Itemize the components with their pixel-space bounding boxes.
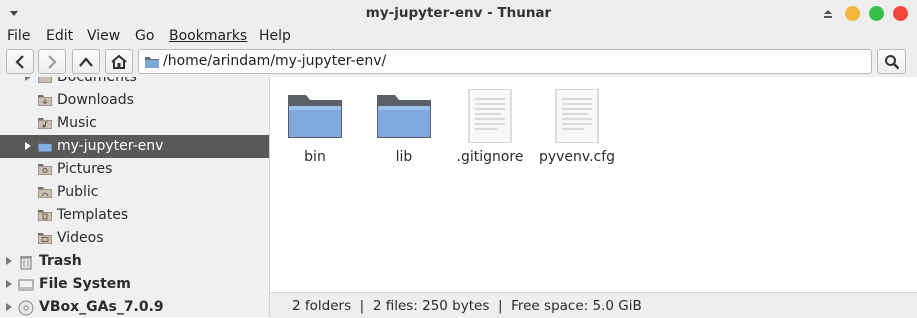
sidebar-item-label: Pictures bbox=[57, 161, 113, 177]
back-button[interactable] bbox=[6, 49, 34, 74]
close-button[interactable] bbox=[893, 6, 908, 21]
menu-bookmarks[interactable]: Bookmarks bbox=[169, 28, 247, 44]
status-bar: 2 folders | 2 files: 250 bytes | Free sp… bbox=[270, 292, 917, 318]
pictures-folder-icon bbox=[38, 164, 52, 175]
documents-folder-icon bbox=[38, 77, 52, 83]
forward-button[interactable] bbox=[38, 49, 66, 74]
folder-icon bbox=[377, 95, 431, 138]
expander-icon[interactable] bbox=[5, 302, 13, 312]
sidebar-item-trash[interactable]: Trash bbox=[0, 250, 269, 273]
optical-disc-icon bbox=[18, 300, 34, 316]
home-button[interactable] bbox=[105, 49, 133, 74]
folder-icon bbox=[288, 95, 342, 138]
expander-icon[interactable] bbox=[24, 141, 32, 151]
sidebar-item-public[interactable]: Public bbox=[0, 181, 269, 204]
up-button[interactable] bbox=[72, 49, 100, 74]
file-view[interactable]: bin lib .gitignore pyvenv.cfg bbox=[270, 77, 917, 292]
menu-file[interactable]: File bbox=[7, 28, 30, 44]
file-item[interactable]: pyvenv.cfg bbox=[533, 89, 621, 165]
sidebar-item-label: Downloads bbox=[57, 92, 134, 108]
expander-icon[interactable] bbox=[5, 256, 13, 266]
file-name: bin bbox=[304, 149, 326, 165]
location-bar[interactable]: /home/arindam/my-jupyter-env/ bbox=[138, 49, 872, 74]
drive-icon bbox=[18, 279, 34, 291]
sidebar-item-label: Music bbox=[57, 115, 97, 131]
videos-folder-icon bbox=[38, 233, 52, 244]
text-file-icon bbox=[468, 89, 512, 143]
sidebar: Documents Downloads Music my-jupyter-env… bbox=[0, 77, 270, 317]
sidebar-item-label: Templates bbox=[57, 207, 129, 223]
file-name: lib bbox=[395, 149, 413, 165]
maximize-button[interactable] bbox=[869, 6, 884, 21]
sidebar-item-vbox-gas[interactable]: VBox_GAs_7.0.9 bbox=[0, 296, 269, 317]
sidebar-item-my-jupyter-env[interactable]: my-jupyter-env bbox=[0, 135, 269, 158]
sidebar-item-label: File System bbox=[39, 276, 131, 292]
minimize-button[interactable] bbox=[845, 6, 860, 21]
expander-icon[interactable] bbox=[24, 77, 32, 82]
sidebar-item-downloads[interactable]: Downloads bbox=[0, 89, 269, 112]
sidebar-item-label: VBox_GAs_7.0.9 bbox=[39, 299, 164, 315]
file-name: pyvenv.cfg bbox=[538, 149, 616, 165]
sidebar-item-label: Public bbox=[57, 184, 99, 200]
menu-view[interactable]: View bbox=[87, 28, 120, 44]
templates-folder-icon bbox=[38, 210, 52, 221]
folder-icon bbox=[38, 141, 52, 152]
search-icon bbox=[884, 54, 899, 69]
file-name: .gitignore bbox=[456, 149, 524, 165]
sidebar-item-label: Videos bbox=[57, 230, 104, 246]
trash-icon bbox=[20, 256, 32, 270]
expander-icon[interactable] bbox=[5, 279, 13, 289]
keep-above-icon[interactable] bbox=[822, 8, 834, 19]
sidebar-item-documents[interactable]: Documents bbox=[0, 77, 269, 89]
music-folder-icon bbox=[38, 118, 52, 129]
public-folder-icon bbox=[38, 187, 52, 198]
sidebar-item-label: Documents bbox=[57, 77, 137, 85]
menu-help[interactable]: Help bbox=[259, 28, 291, 44]
status-text: 2 folders | 2 files: 250 bytes | Free sp… bbox=[292, 298, 642, 314]
home-icon bbox=[111, 54, 127, 69]
menu-bar: File Edit View Go Bookmarks Help bbox=[0, 27, 917, 47]
window-title: my-jupyter-env - Thunar bbox=[365, 5, 552, 21]
toolbar: /home/arindam/my-jupyter-env/ bbox=[0, 47, 917, 78]
chevron-up-icon bbox=[79, 56, 93, 67]
file-item[interactable]: .gitignore bbox=[446, 89, 534, 165]
sidebar-item-videos[interactable]: Videos bbox=[0, 227, 269, 250]
downloads-folder-icon bbox=[38, 95, 52, 106]
sidebar-item-pictures[interactable]: Pictures bbox=[0, 158, 269, 181]
text-file-icon bbox=[555, 89, 599, 143]
file-item[interactable]: bin bbox=[271, 89, 359, 165]
menu-go[interactable]: Go bbox=[135, 28, 154, 44]
folder-icon bbox=[145, 57, 159, 68]
chevron-right-icon bbox=[48, 54, 57, 69]
sidebar-item-music[interactable]: Music bbox=[0, 112, 269, 135]
menu-edit[interactable]: Edit bbox=[46, 28, 73, 44]
file-item[interactable]: lib bbox=[360, 89, 448, 165]
title-bar: my-jupyter-env - Thunar bbox=[0, 0, 917, 27]
sidebar-item-file-system[interactable]: File System bbox=[0, 273, 269, 296]
sidebar-item-label: Trash bbox=[39, 253, 82, 269]
sidebar-item-templates[interactable]: Templates bbox=[0, 204, 269, 227]
sidebar-item-label: my-jupyter-env bbox=[57, 138, 164, 154]
search-button[interactable] bbox=[877, 49, 906, 74]
chevron-left-icon bbox=[15, 54, 24, 69]
location-path[interactable]: /home/arindam/my-jupyter-env/ bbox=[163, 53, 386, 69]
